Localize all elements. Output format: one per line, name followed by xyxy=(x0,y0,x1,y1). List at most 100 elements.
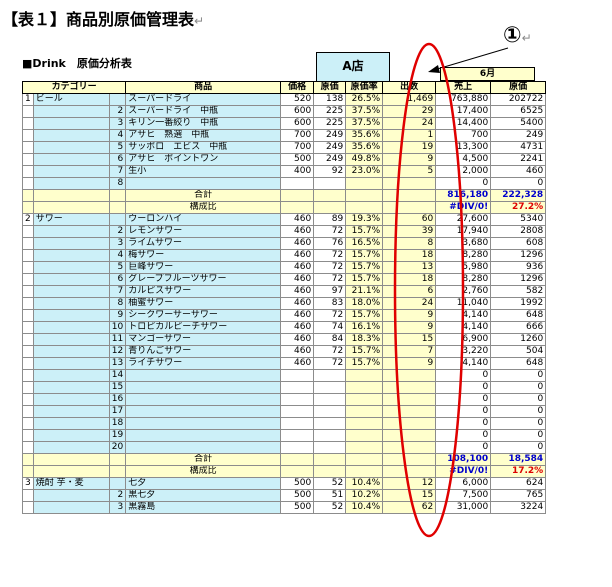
spacer-cell xyxy=(32,453,110,466)
price-cell: 500 xyxy=(280,477,315,490)
spacer-cell xyxy=(313,453,347,466)
table-row: 2 レモンサワー 460 72 15.7% 39 17,940 2808 xyxy=(22,225,547,238)
product-name: キリン一番絞り 中瓶 xyxy=(125,117,282,130)
cost-cell xyxy=(313,429,347,442)
cost-cell: 76 xyxy=(313,237,347,250)
sales-cell: 4,140 xyxy=(435,357,492,370)
spacer-cell xyxy=(313,465,347,478)
header-cost-rate: 原価率 xyxy=(345,81,384,94)
table-row: 4 梅サワー 460 72 15.7% 18 8,280 1296 xyxy=(22,249,547,262)
total-cost: 222,328 xyxy=(490,189,547,202)
spacer-cell xyxy=(280,465,315,478)
sales-cell: 31,000 xyxy=(435,501,492,514)
cost-total-cell: 0 xyxy=(490,369,547,382)
quantity-cell: 13 xyxy=(382,261,437,274)
ratio-label: 構成比 xyxy=(125,465,282,478)
spacer-cell xyxy=(280,201,315,214)
spacer-cell xyxy=(382,453,437,466)
cost-cell xyxy=(313,441,347,454)
cost-total-cell: 666 xyxy=(490,321,547,334)
category-number xyxy=(22,297,34,310)
price-cell xyxy=(280,177,315,190)
cost-rate-cell xyxy=(345,369,384,382)
table-row: 6 グレープフルーツサワー 460 72 15.7% 18 8,280 1296 xyxy=(22,273,547,286)
quantity-cell xyxy=(382,429,437,442)
spacer-cell xyxy=(22,201,34,214)
cost-cell: 138 xyxy=(313,93,347,106)
table-row: 8 柚蜜サワー 460 83 18.0% 24 11,040 1992 xyxy=(22,297,547,310)
category-name xyxy=(32,165,110,178)
price-cell xyxy=(280,417,315,430)
category-number xyxy=(22,177,34,190)
table-row: 1 ビール スーパードライ 520 138 26.5% 1,469 763,880 202722 xyxy=(22,93,547,106)
product-name: スーパードライ 中瓶 xyxy=(125,105,282,118)
quantity-cell: 19 xyxy=(382,141,437,154)
header-price: 価格 xyxy=(280,81,315,94)
table-row: 11 マンゴーサワー 460 84 18.3% 15 6,900 1260 xyxy=(22,333,547,346)
cost-total-cell: 936 xyxy=(490,261,547,274)
category-name xyxy=(32,117,110,130)
cost-rate-cell: 35.6% xyxy=(345,129,384,142)
price-cell: 600 xyxy=(280,117,315,130)
product-name xyxy=(125,369,282,382)
sales-cell: 4,140 xyxy=(435,321,492,334)
category-number xyxy=(22,165,34,178)
cost-cell: 249 xyxy=(313,129,347,142)
cost-rate-cell: 10.4% xyxy=(345,501,384,514)
header-row: カテゴリー 商品 価格 原価 原価率 出数 売上 原価 xyxy=(21,81,547,94)
sales-cell: 2,000 xyxy=(435,165,492,178)
category-name xyxy=(32,357,110,370)
sales-cell: 0 xyxy=(435,417,492,430)
ratio-row: 構成比 #DIV/0! 27.2% xyxy=(22,201,547,214)
spacer-cell xyxy=(345,453,384,466)
spacer-cell xyxy=(280,189,315,202)
cost-rate-cell xyxy=(345,417,384,430)
cost-rate-cell: 23.0% xyxy=(345,165,384,178)
sales-cell: 0 xyxy=(435,429,492,442)
ratio-cost: 27.2% xyxy=(490,201,547,214)
row-index: 4 xyxy=(108,129,127,142)
table-row: 6 アサヒ ポイントワン 500 249 49.8% 9 4,500 2241 xyxy=(22,153,547,166)
header-sales: 売上 xyxy=(435,81,492,94)
price-cell: 460 xyxy=(280,309,315,322)
cost-rate-cell xyxy=(345,393,384,406)
header-category: カテゴリー xyxy=(21,81,127,94)
category-name xyxy=(32,429,110,442)
header-cost: 原価 xyxy=(313,81,347,94)
sales-cell: 8,280 xyxy=(435,273,492,286)
cost-cell xyxy=(313,177,347,190)
row-index xyxy=(108,213,127,226)
product-name xyxy=(125,405,282,418)
cost-cell: 72 xyxy=(313,345,347,358)
table-row: 7 カルピスサワー 460 97 21.1% 6 2,760 582 xyxy=(22,285,547,298)
cost-total-cell: 648 xyxy=(490,357,547,370)
quantity-cell: 12 xyxy=(382,477,437,490)
cost-total-cell: 3224 xyxy=(490,501,547,514)
cost-total-cell: 624 xyxy=(490,477,547,490)
cost-total-cell: 648 xyxy=(490,309,547,322)
row-index xyxy=(108,477,127,490)
header-quantity: 出数 xyxy=(382,81,437,94)
price-cell xyxy=(280,381,315,394)
table-row: 20 0 0 xyxy=(22,441,547,454)
category-number xyxy=(22,237,34,250)
category-name xyxy=(32,129,110,142)
ratio-label: 構成比 xyxy=(125,201,282,214)
price-cell: 460 xyxy=(280,297,315,310)
cost-total-cell: 5400 xyxy=(490,117,547,130)
price-cell xyxy=(280,429,315,442)
product-name: 黒七夕 xyxy=(125,489,282,502)
total-cost: 18,584 xyxy=(490,453,547,466)
price-cell xyxy=(280,405,315,418)
price-cell: 700 xyxy=(280,141,315,154)
cost-cell: 72 xyxy=(313,309,347,322)
product-name: カルピスサワー xyxy=(125,285,282,298)
cost-total-cell: 2241 xyxy=(490,153,547,166)
product-name: 生小 xyxy=(125,165,282,178)
cost-cell: 225 xyxy=(313,105,347,118)
cost-cell: 84 xyxy=(313,333,347,346)
category-number: 3 xyxy=(22,477,34,490)
sales-cell: 11,040 xyxy=(435,297,492,310)
row-index: 20 xyxy=(108,441,127,454)
spacer-cell xyxy=(345,465,384,478)
